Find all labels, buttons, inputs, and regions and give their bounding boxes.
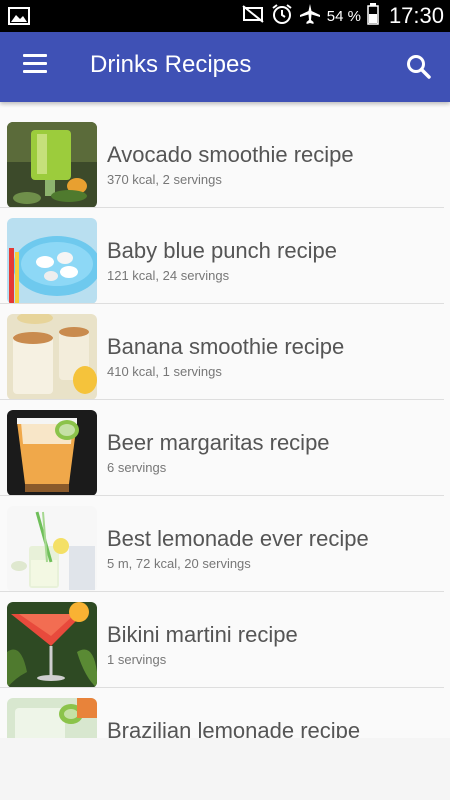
recipe-list[interactable]: Avocado smoothie recipe 370 kcal, 2 serv… bbox=[0, 112, 450, 738]
recipe-details: 410 kcal, 1 servings bbox=[107, 364, 222, 379]
list-item[interactable]: Avocado smoothie recipe 370 kcal, 2 serv… bbox=[0, 112, 450, 208]
list-item[interactable]: Brazilian lemonade recipe bbox=[0, 688, 450, 738]
recipe-thumbnail bbox=[7, 698, 97, 738]
recipe-thumbnail bbox=[7, 122, 97, 208]
page-title: Drinks Recipes bbox=[90, 51, 252, 78]
recipe-details: 5 m, 72 kcal, 20 servings bbox=[107, 556, 251, 571]
airplane-icon bbox=[299, 3, 321, 30]
app-bar: Drinks Recipes bbox=[0, 32, 450, 102]
list-item[interactable]: Beer margaritas recipe 6 servings bbox=[0, 400, 450, 496]
recipe-title: Brazilian lemonade recipe bbox=[107, 718, 361, 738]
list-item[interactable]: Baby blue punch recipe 121 kcal, 24 serv… bbox=[0, 208, 450, 304]
recipe-title: Best lemonade ever recipe bbox=[107, 526, 369, 551]
alarm-icon bbox=[271, 3, 293, 30]
recipe-title: Banana smoothie recipe bbox=[107, 334, 345, 359]
recipe-thumbnail bbox=[7, 506, 97, 592]
recipe-thumbnail bbox=[7, 314, 97, 400]
battery-percent: 54 % bbox=[326, 7, 361, 25]
status-bar: 54 % 17:30 bbox=[0, 0, 450, 32]
bottom-area bbox=[0, 738, 450, 800]
recipe-title: Bikini martini recipe bbox=[107, 622, 298, 647]
gallery-icon bbox=[8, 6, 30, 31]
list-item[interactable]: Bikini martini recipe 1 servings bbox=[0, 592, 450, 688]
search-icon bbox=[407, 55, 431, 79]
recipe-title: Baby blue punch recipe bbox=[107, 238, 337, 263]
recipe-details: 121 kcal, 24 servings bbox=[107, 268, 230, 283]
recipe-title: Beer margaritas recipe bbox=[107, 430, 330, 455]
list-item[interactable]: Best lemonade ever recipe 5 m, 72 kcal, … bbox=[0, 496, 450, 592]
list-item[interactable]: Banana smoothie recipe 410 kcal, 1 servi… bbox=[0, 304, 450, 400]
mute-icon bbox=[241, 4, 265, 29]
recipe-thumbnail bbox=[7, 218, 97, 304]
battery-icon bbox=[367, 2, 379, 30]
search-button[interactable] bbox=[404, 52, 434, 82]
recipe-thumbnail bbox=[7, 410, 97, 496]
menu-icon bbox=[20, 54, 50, 73]
clock-time: 17:30 bbox=[388, 3, 444, 28]
recipe-thumbnail bbox=[7, 602, 97, 688]
recipe-details: 1 servings bbox=[107, 652, 167, 667]
recipe-title: Avocado smoothie recipe bbox=[107, 142, 354, 167]
recipe-details: 370 kcal, 2 servings bbox=[107, 172, 222, 187]
recipe-details: 6 servings bbox=[107, 460, 167, 475]
menu-button[interactable] bbox=[20, 54, 50, 80]
